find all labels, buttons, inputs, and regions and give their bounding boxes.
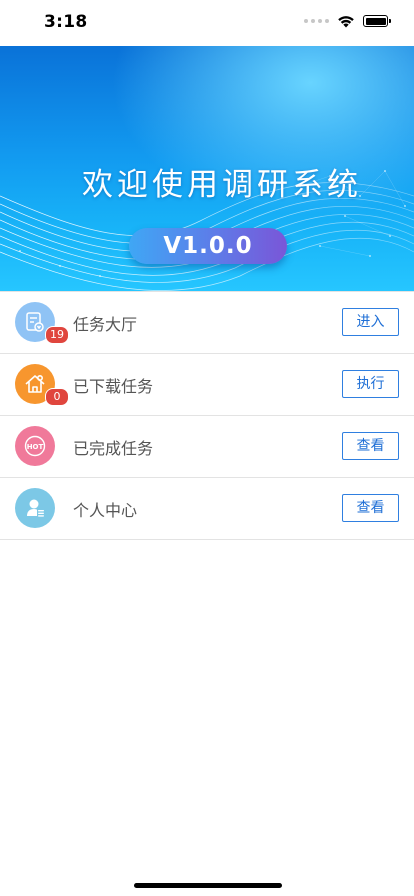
menu-item-label: 已下载任务 <box>73 377 154 396</box>
menu-item-label: 任务大厅 <box>73 315 138 334</box>
enter-button[interactable]: 进入 <box>342 308 399 336</box>
home-indicator[interactable] <box>134 883 282 888</box>
execute-button[interactable]: 执行 <box>342 370 399 398</box>
menu-item-downloaded-tasks[interactable]: 0 已下载任务 执行 <box>0 354 414 416</box>
wifi-icon <box>338 16 354 28</box>
view-profile-button[interactable]: 查看 <box>342 494 399 522</box>
menu-item-task-hall[interactable]: 19 任务大厅 进入 <box>0 291 414 354</box>
battery-icon <box>363 15 391 27</box>
task-count-badge: 19 <box>45 326 69 344</box>
person-icon <box>15 488 55 528</box>
hot-icon: HOT <box>15 426 55 466</box>
menu-item-label: 个人中心 <box>73 501 138 520</box>
welcome-banner: 欢迎使用调研系统 V1.0.0 <box>0 46 414 291</box>
welcome-title: 欢迎使用调研系统 <box>82 167 362 203</box>
menu-item-completed-tasks[interactable]: HOT 已完成任务 查看 <box>0 416 414 478</box>
view-completed-button[interactable]: 查看 <box>342 432 399 460</box>
downloaded-count-badge: 0 <box>45 388 69 406</box>
menu-list: 19 任务大厅 进入 0 已下载任务 执行 HOT 已完成任务 查看 个人中心 … <box>0 291 414 540</box>
cellular-signal-icon <box>304 19 329 23</box>
menu-item-personal-center[interactable]: 个人中心 查看 <box>0 478 414 540</box>
status-icons <box>304 14 391 28</box>
menu-item-label: 已完成任务 <box>73 439 154 458</box>
version-badge: V1.0.0 <box>129 228 287 264</box>
status-bar: 3:18 <box>0 0 414 46</box>
status-time: 3:18 <box>44 12 88 32</box>
svg-text:HOT: HOT <box>27 443 44 451</box>
